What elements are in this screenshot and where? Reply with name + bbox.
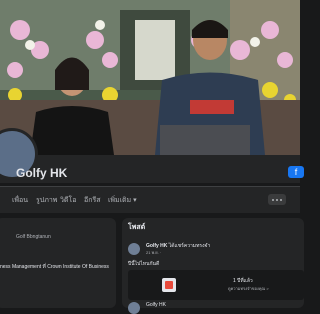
- posts-card: โพสต์ Golfy HK ได้แชร์ความทรงจำ 21 พ.ย. …: [122, 218, 304, 314]
- more-options-button[interactable]: [268, 194, 286, 205]
- memory-thumbnail-icon: [162, 278, 176, 292]
- posts-header: โพสต์: [128, 224, 146, 231]
- tab-videos[interactable]: วิดีโอ: [60, 195, 76, 206]
- memory-title: 1 ปีที่แล้ว: [233, 278, 253, 284]
- profile-nav: เพื่อน รูปภาพ วิดีโอ อีกรีส เพิ่มเติม ▾: [0, 186, 300, 213]
- tab-photos[interactable]: รูปภาพ: [36, 195, 57, 206]
- post-time[interactable]: 21 พ.ย. ·: [146, 249, 161, 256]
- tab-friends[interactable]: เพื่อน: [12, 195, 28, 206]
- intro-work: ness Management ที่ Crown Institute Of B…: [0, 264, 109, 270]
- facebook-icon[interactable]: f: [288, 166, 304, 178]
- next-post-avatar[interactable]: [128, 302, 140, 314]
- post-author-note: ได้แชร์ความทรงจำ: [167, 243, 211, 249]
- intro-line: Golf Bbngtanun: [16, 234, 51, 240]
- post-avatar[interactable]: [128, 243, 140, 255]
- memory-subtitle: ดูความทรงจำของคุณ >: [228, 286, 269, 291]
- intro-card: Golf Bbngtanun ness Management ที่ Crown…: [0, 218, 116, 308]
- next-post-author[interactable]: Golfy HK: [146, 302, 166, 308]
- memory-link[interactable]: 1 ปีที่แล้ว ดูความทรงจำของคุณ >: [128, 270, 304, 300]
- post-text: ปีนี้ไปไหนกันดี: [128, 261, 160, 267]
- profile-name[interactable]: Golfy HK: [16, 166, 67, 180]
- tab-check-ins[interactable]: อีกรีส: [84, 195, 100, 206]
- cover-photo[interactable]: [0, 0, 300, 155]
- tab-more[interactable]: เพิ่มเติม ▾: [108, 195, 137, 206]
- cover-photo-image: [0, 0, 300, 155]
